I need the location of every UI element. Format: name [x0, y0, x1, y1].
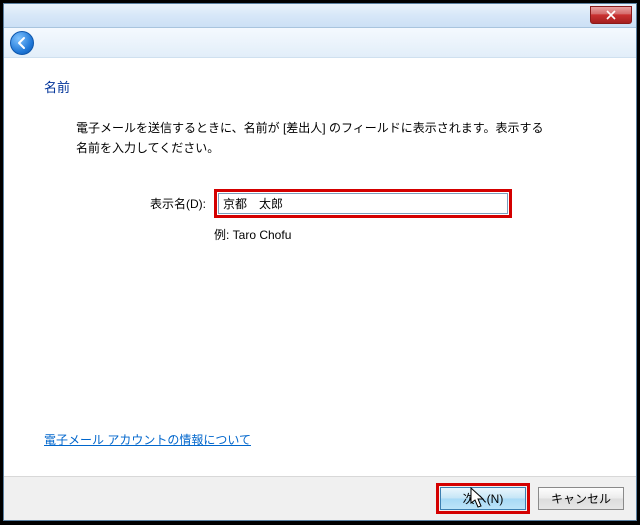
display-name-highlight	[214, 189, 512, 218]
footer-bar: 次へ(N) キャンセル	[4, 476, 636, 520]
page-title: 名前	[44, 77, 606, 96]
display-name-row: 表示名(D):	[134, 189, 606, 218]
back-button[interactable]	[10, 31, 34, 55]
wizard-window: 名前 電子メールを送信するときに、名前が [差出人] のフィールドに表示されます…	[3, 3, 637, 521]
display-name-label: 表示名(D):	[134, 195, 206, 212]
navigation-bar	[4, 28, 636, 58]
content-area: 名前 電子メールを送信するときに、名前が [差出人] のフィールドに表示されます…	[4, 59, 636, 476]
account-info-link[interactable]: 電子メール アカウントの情報について	[44, 433, 251, 447]
next-button-highlight: 次へ(N)	[436, 483, 530, 514]
next-button[interactable]: 次へ(N)	[440, 487, 526, 510]
window-close-button[interactable]	[590, 6, 632, 24]
display-name-input[interactable]	[218, 193, 508, 214]
titlebar	[4, 4, 636, 28]
info-link-row: 電子メール アカウントの情報について	[44, 431, 251, 448]
example-text: 例: Taro Chofu	[214, 226, 606, 243]
cancel-button[interactable]: キャンセル	[538, 487, 624, 510]
close-icon	[606, 10, 616, 20]
description-text: 電子メールを送信するときに、名前が [差出人] のフィールドに表示されます。表示…	[76, 118, 546, 159]
back-arrow-icon	[15, 36, 29, 50]
